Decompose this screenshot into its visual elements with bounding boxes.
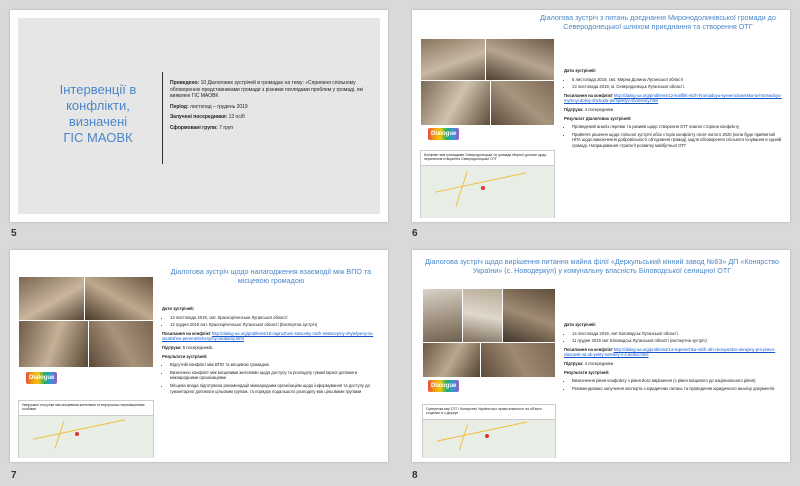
map-preview bbox=[423, 419, 555, 458]
map-preview bbox=[19, 415, 153, 458]
slide-title: Діалогова зустріч з питань доєднання Мир… bbox=[540, 13, 776, 31]
divider bbox=[162, 72, 163, 164]
mediators-text: 13 осіб bbox=[228, 114, 245, 120]
list-item: 14 листопада 2019, смт Біловодськ Луганс… bbox=[572, 331, 782, 337]
dates-label: Дати зустрічей: bbox=[564, 68, 597, 73]
dates-label: Дати зустрічей: bbox=[162, 306, 195, 311]
link-label: Посилання на конфлікт bbox=[564, 346, 613, 352]
groups-text: 7 груп bbox=[219, 124, 234, 131]
list-item: Рекомендовано залучення експерта з юриди… bbox=[572, 386, 782, 392]
meeting-photo bbox=[420, 80, 492, 126]
map-pin-icon bbox=[481, 186, 485, 190]
slide-number: 8 bbox=[412, 470, 418, 481]
meeting-photo bbox=[18, 276, 86, 322]
list-item: Відсутній конфлікт між ВПО та місцевою г… bbox=[170, 362, 380, 368]
slide-title: Діалогова зустріч щодо вирішення питання… bbox=[424, 257, 780, 275]
support-text: 4 посередники bbox=[584, 360, 614, 366]
support-label: Підтрука: bbox=[564, 106, 584, 112]
list-item: Визначення рівня конфлікту з рівня його … bbox=[572, 378, 782, 384]
support-label: Підтрука: bbox=[162, 344, 182, 350]
list-item: 11 грудня 2019 смт Біловодськ Луганської… bbox=[572, 338, 782, 344]
slide-number: 6 bbox=[412, 228, 418, 239]
conflict-card: Суперечка між ОТГ і Конярство України пр… bbox=[422, 404, 556, 458]
slide-details: Дати зустрічей: 5 листопада 2019, смт. М… bbox=[564, 68, 782, 152]
title-line: Інтервенції в bbox=[59, 82, 137, 97]
meeting-photo bbox=[420, 38, 487, 82]
meeting-photo bbox=[422, 288, 464, 344]
title-line: ГІС МАОВК bbox=[63, 130, 133, 145]
conflict-card: Конфлікт між громадами Северодонецька та… bbox=[420, 150, 555, 218]
results-label: Результати зустрічей: bbox=[564, 369, 610, 375]
map-pin-icon bbox=[75, 432, 79, 436]
meeting-photo bbox=[84, 276, 154, 322]
dialogue-logo: Dialogue bbox=[26, 372, 58, 384]
title-line: визначені bbox=[68, 114, 128, 129]
map-preview bbox=[421, 165, 554, 218]
conflict-card: Напружені стосунки між місцевими жителям… bbox=[18, 400, 154, 458]
results-label: Результати зустрічей: bbox=[162, 353, 208, 359]
meeting-photo bbox=[490, 80, 555, 126]
results-label: Результат Діалогових зустрічей: bbox=[564, 115, 632, 121]
meeting-photo bbox=[480, 342, 556, 378]
meeting-photo bbox=[422, 342, 482, 378]
mediators-label: Залучені посередники: bbox=[170, 114, 228, 120]
slide-thumbnail-8[interactable]: Діалогова зустріч щодо вирішення питання… bbox=[412, 250, 790, 462]
dates-label: Дати зустрічей: bbox=[564, 322, 597, 327]
list-item: Визначено конфлікт між місцевими жителям… bbox=[170, 370, 380, 381]
meeting-photo bbox=[502, 288, 556, 344]
meeting-photo bbox=[462, 288, 504, 344]
meeting-photo bbox=[485, 38, 555, 82]
held-label: Проведено: bbox=[170, 80, 200, 86]
slide-title: Інтервенції в конфлікти, визначені ГІС М… bbox=[38, 82, 158, 146]
support-text: 5 посередників. bbox=[182, 344, 214, 350]
meeting-photo bbox=[18, 320, 90, 368]
slide-thumbnail-5[interactable]: Інтервенції в конфлікти, визначені ГІС М… bbox=[10, 10, 388, 222]
held-text: 10 Діалогових зустрічей в громадах на те… bbox=[170, 80, 363, 99]
support-text: 4 посередники bbox=[584, 106, 614, 112]
dialogue-logo: Dialogue bbox=[428, 128, 460, 140]
list-item: 12 грудня 2019 смт. Красноріченське Луга… bbox=[170, 322, 380, 328]
list-item: 13 листопада 2019, смт. Красноріченське … bbox=[170, 315, 380, 321]
slide-thumbnail-6[interactable]: Діалогова зустріч з питань доєднання Мир… bbox=[412, 10, 790, 222]
support-label: Підтрука: bbox=[564, 360, 584, 366]
map-pin-icon bbox=[485, 434, 489, 438]
list-item: 5 листопада 2019, смт. Мирна Долина Луга… bbox=[572, 77, 782, 83]
slide-number: 7 bbox=[11, 470, 17, 481]
dialogue-logo: Dialogue bbox=[428, 380, 460, 392]
list-item: Прийняте рішення щодо спільної зустрічі … bbox=[572, 132, 782, 149]
link-label: Посилання на конфлікт bbox=[162, 330, 211, 336]
card-title: Конфлікт між громадами Северодонецька та… bbox=[424, 153, 547, 162]
slide-details: Дати зустрічей: 13 листопада 2019, смт. … bbox=[162, 306, 380, 397]
slide-thumbnail-7[interactable]: Dialogue Напружені стосунки між місцевим… bbox=[10, 250, 388, 462]
list-item: 13 листопада 2019, м. Северодонецьк Луга… bbox=[572, 84, 782, 90]
period-label: Період: bbox=[170, 103, 189, 110]
list-item: Місцева влада підготувала рекомендації м… bbox=[170, 383, 380, 394]
meeting-photo bbox=[88, 320, 154, 368]
title-line: конфлікти, bbox=[66, 98, 130, 113]
slide-number: 5 bbox=[11, 228, 17, 239]
slide-details: Дати зустрічей: 14 листопада 2019, смт Б… bbox=[564, 322, 782, 394]
groups-label: Сформовані групи: bbox=[170, 124, 218, 131]
card-title: Суперечка між ОТГ і Конярство України пр… bbox=[426, 407, 542, 416]
link-label: Посилання на конфлікт bbox=[564, 92, 613, 98]
list-item: Проведений аналіз переваг та ризиків щод… bbox=[572, 124, 782, 130]
card-title: Напружені стосунки між місцевими жителям… bbox=[22, 403, 145, 412]
slide-info: Проведено: 10 Діалогових зустрічей в гро… bbox=[170, 80, 374, 135]
slide-title: Діалогова зустріч щодо налагодження взає… bbox=[170, 267, 372, 285]
period-text: листопад – грудень 2019 bbox=[190, 103, 248, 110]
